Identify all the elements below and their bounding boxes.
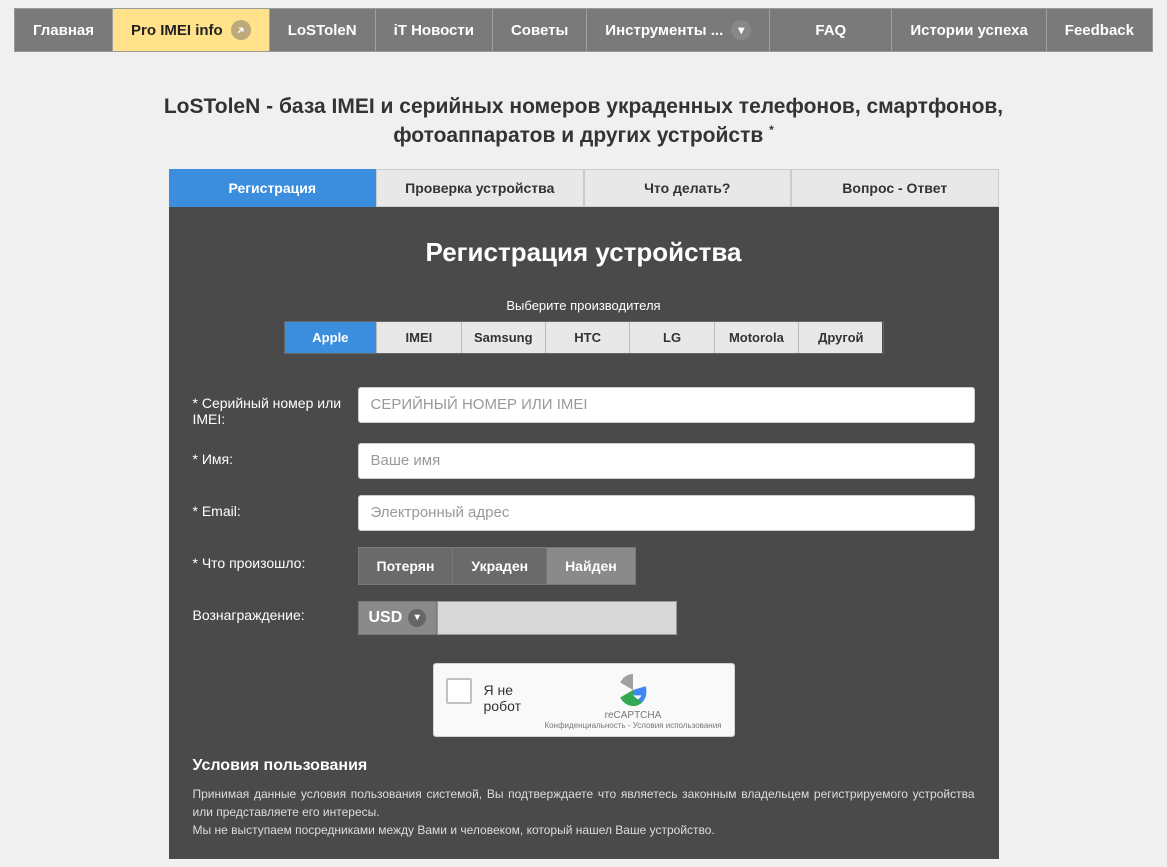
incident-found-button[interactable]: Найден bbox=[547, 547, 636, 585]
tab-registration[interactable]: Регистрация bbox=[169, 169, 377, 207]
mfg-motorola[interactable]: Motorola bbox=[715, 322, 799, 353]
nav-feedback[interactable]: Feedback bbox=[1047, 9, 1152, 51]
terms-section: Условия пользования Принимая данные усло… bbox=[169, 747, 999, 839]
recaptcha-brand: reCAPTCHA bbox=[544, 710, 721, 721]
tab-what-to-do[interactable]: Что делать? bbox=[584, 169, 792, 207]
panel-heading: Регистрация устройства bbox=[169, 237, 999, 268]
nav-pro-imei[interactable]: Pro IMEI info bbox=[113, 9, 270, 51]
nav-faq[interactable]: FAQ bbox=[770, 9, 892, 51]
incident-stolen-button[interactable]: Украден bbox=[453, 547, 547, 585]
nav-success-stories[interactable]: Истории успеха bbox=[892, 9, 1046, 51]
chevron-down-icon: ▾ bbox=[408, 609, 426, 627]
terms-paragraph-2: Мы не выступаем посредниками между Вами … bbox=[193, 823, 715, 837]
mfg-apple[interactable]: Apple bbox=[285, 322, 378, 353]
external-link-icon bbox=[231, 20, 251, 40]
mfg-samsung[interactable]: Samsung bbox=[462, 322, 546, 353]
tab-check-device[interactable]: Проверка устройства bbox=[376, 169, 584, 207]
recaptcha-checkbox[interactable] bbox=[446, 678, 472, 704]
recaptcha-widget: Я не робот reCAPTCHA Конфиденциальность … bbox=[433, 663, 735, 737]
mfg-imei[interactable]: IMEI bbox=[377, 322, 461, 353]
incident-label: * Что произошло: bbox=[193, 547, 358, 571]
nav-tips[interactable]: Советы bbox=[493, 9, 587, 51]
chevron-down-icon: ▾ bbox=[731, 20, 751, 40]
serial-label: * Серийный номер или IMEI: bbox=[193, 387, 358, 427]
tab-faq[interactable]: Вопрос - Ответ bbox=[791, 169, 999, 207]
nav-lostolen[interactable]: LoSToleN bbox=[270, 9, 376, 51]
email-input[interactable] bbox=[358, 495, 975, 531]
terms-paragraph-1: Принимая данные условия пользования сист… bbox=[193, 787, 975, 819]
recaptcha-icon bbox=[617, 674, 649, 706]
page-title: LoSToleN - база IMEI и серийных номеров … bbox=[134, 92, 1034, 151]
recaptcha-legal: Конфиденциальность - Условия использован… bbox=[544, 721, 721, 730]
currency-select[interactable]: USD ▾ bbox=[358, 601, 438, 635]
serial-input[interactable] bbox=[358, 387, 975, 423]
reward-amount-input[interactable] bbox=[437, 601, 677, 635]
nav-tools[interactable]: Инструменты ... ▾ bbox=[587, 9, 770, 51]
top-nav: Главная Pro IMEI info LoSToleN iT Новост… bbox=[14, 8, 1153, 52]
email-label: * Email: bbox=[193, 495, 358, 519]
name-input[interactable] bbox=[358, 443, 975, 479]
terms-heading: Условия пользования bbox=[193, 757, 975, 775]
mfg-other[interactable]: Другой bbox=[799, 322, 882, 353]
registration-panel: Регистрация устройства Выберите производ… bbox=[169, 207, 999, 859]
manufacturer-label: Выберите производителя bbox=[169, 298, 999, 313]
nav-it-news[interactable]: iT Новости bbox=[376, 9, 493, 51]
incident-lost-button[interactable]: Потерян bbox=[358, 547, 454, 585]
manufacturer-tabs: Apple IMEI Samsung HTC LG Motorola Друго… bbox=[284, 321, 884, 354]
nav-home[interactable]: Главная bbox=[15, 9, 113, 51]
reward-label: Вознаграждение: bbox=[193, 601, 358, 623]
name-label: * Имя: bbox=[193, 443, 358, 467]
mfg-htc[interactable]: HTC bbox=[546, 322, 630, 353]
recaptcha-label: Я не робот bbox=[484, 682, 545, 714]
panel-tabs: Регистрация Проверка устройства Что дела… bbox=[169, 169, 999, 207]
mfg-lg[interactable]: LG bbox=[630, 322, 714, 353]
